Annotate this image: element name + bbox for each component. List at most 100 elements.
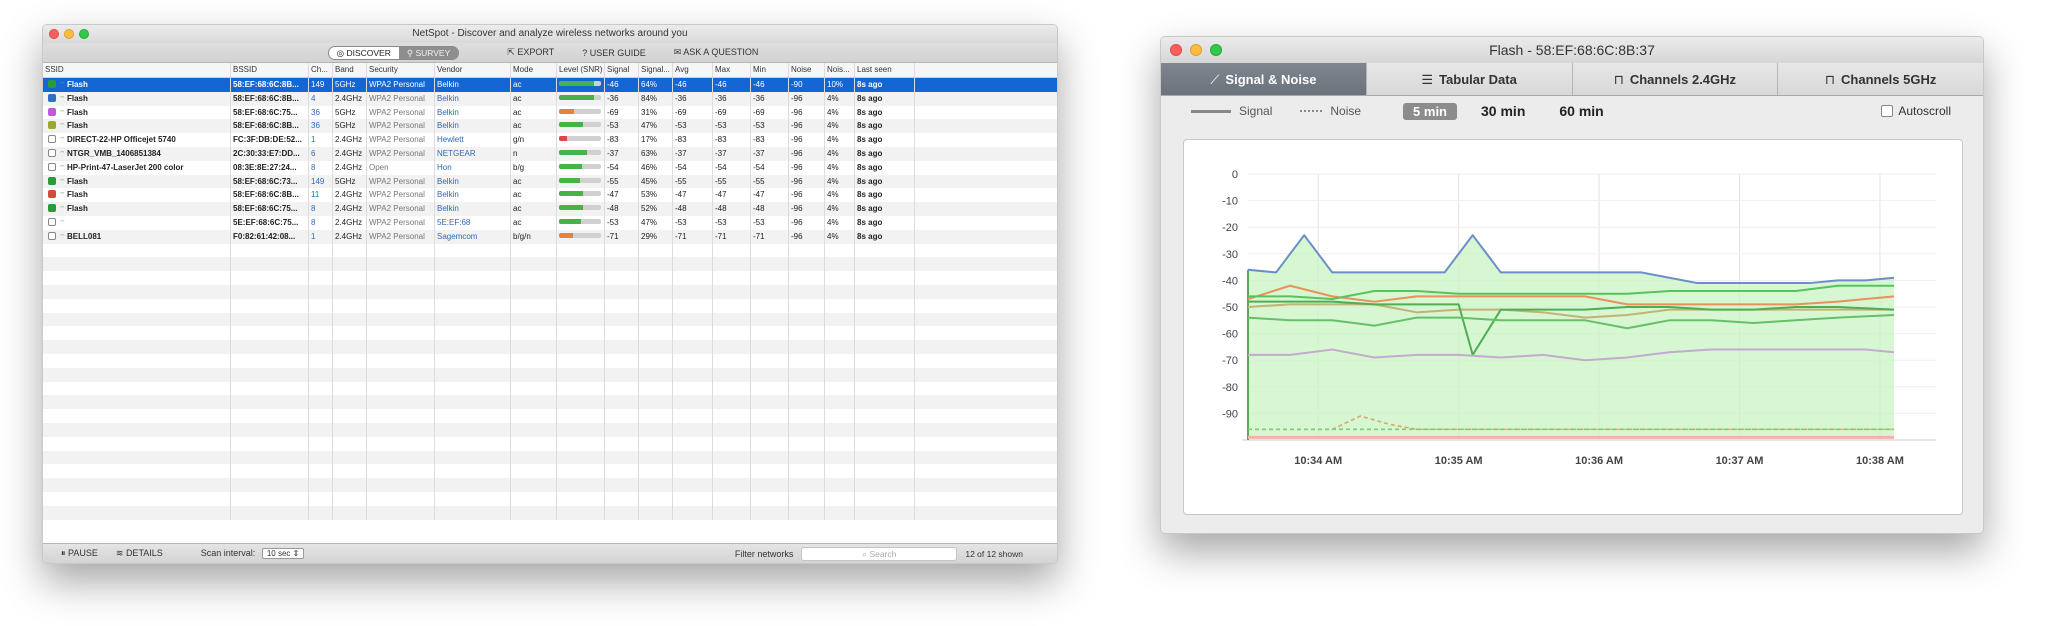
row-checkbox[interactable] — [48, 107, 56, 116]
close-window-button[interactable] — [49, 29, 59, 39]
discover-icon: ◎ — [336, 47, 345, 58]
tab-channels-24[interactable]: ⊓ Channels 2.4GHz — [1572, 63, 1779, 95]
column-header-avg[interactable]: Avg — [673, 63, 713, 77]
cell-min: -55 — [751, 174, 789, 189]
tab-signal-noise[interactable]: ⟋ Signal & Noise — [1161, 63, 1367, 95]
table-row[interactable]: ⌔DIRECT-22-HP Officejet 5740 FC:3F:DB:DE:… — [43, 133, 1057, 147]
table-row[interactable]: ⌔BELL081 F0:82:61:42:08... 1 2.4GHz WPA2 Per… — [43, 229, 1057, 244]
cell-noise-pct: 4% — [825, 160, 855, 175]
cell-max: -37 — [713, 146, 751, 161]
row-checkbox[interactable] — [48, 204, 56, 213]
row-checkbox[interactable] — [48, 80, 56, 88]
column-header-signal-pct[interactable]: Signal... — [639, 63, 673, 77]
zoom-window-button[interactable] — [79, 29, 89, 39]
column-header-security[interactable]: Security — [367, 63, 435, 77]
pause-icon: ⏸ — [61, 548, 66, 558]
cell-channel: 149 — [309, 78, 333, 92]
row-checkbox[interactable] — [48, 135, 56, 144]
column-header-min[interactable]: Min — [751, 63, 789, 77]
search-input[interactable]: ⌕ Search — [801, 546, 958, 561]
row-checkbox[interactable] — [48, 162, 56, 171]
cell-min: -54 — [751, 160, 789, 175]
discover-mode-button[interactable]: ◎ DISCOVER — [328, 46, 399, 59]
table-row[interactable]: ⌔ 5E:EF:68:6C:75... 8 2.4GHz WPA2 Personal 5E… — [43, 215, 1057, 230]
column-header-channel[interactable]: Ch... — [309, 63, 333, 77]
time-5min-button[interactable]: 5 min — [1403, 102, 1458, 120]
cell-band: 5GHz — [333, 174, 367, 189]
cell-band: 2.4GHz — [333, 133, 367, 147]
column-header-bssid[interactable]: BSSID — [231, 63, 309, 77]
table-row[interactable]: ⌔Flash 58:EF:68:6C:8B... 149 5GHz WPA2 Perso… — [43, 78, 1057, 92]
tab-tabular-data[interactable]: ☰ Tabular Data — [1366, 63, 1573, 95]
row-checkbox[interactable] — [48, 231, 56, 240]
y-tick-label: -50 — [1222, 302, 1238, 314]
column-header-level[interactable]: Level (SNR) — [557, 63, 605, 77]
cell-ssid: ⌔Flash — [43, 174, 231, 189]
cell-last-seen: 8s ago — [855, 188, 915, 203]
zoom-window-button[interactable] — [1210, 44, 1222, 56]
row-checkbox[interactable] — [48, 217, 56, 226]
cell-last-seen: 8s ago — [855, 202, 915, 216]
empty-row — [43, 450, 1057, 465]
column-header-max[interactable]: Max — [713, 63, 751, 77]
column-header-noise-pct[interactable]: Nois... — [825, 63, 855, 77]
autoscroll-checkbox[interactable] — [1881, 105, 1894, 117]
scan-interval-select[interactable]: 10 sec ⇕ — [261, 548, 305, 559]
column-header-signal[interactable]: Signal — [605, 63, 639, 77]
table-row[interactable]: ⌔Flash 58:EF:68:6C:73... 149 5GHz WPA2 Perso… — [43, 174, 1057, 189]
table-row[interactable]: ⌔Flash 58:EF:68:6C:75... 8 2.4GHz WPA2 Perso… — [43, 202, 1057, 216]
shown-count: 12 of 12 shown — [965, 548, 1023, 559]
row-checkbox[interactable] — [48, 148, 56, 157]
cell-level — [557, 215, 605, 230]
pause-button[interactable]: ⏸ PAUSE — [61, 548, 98, 559]
details-button[interactable]: ≋ DETAILS — [116, 548, 163, 559]
channel-icon: ⊓ — [1824, 72, 1836, 87]
cell-noise: -96 — [789, 229, 825, 244]
tab-channels-5[interactable]: ⊓ Channels 5GHz — [1778, 63, 1983, 95]
column-header-mode[interactable]: Mode — [511, 63, 557, 77]
minimize-window-button[interactable] — [1190, 44, 1202, 56]
noise-legend-swatch — [1300, 110, 1323, 112]
autoscroll-toggle[interactable]: Autoscroll — [1878, 104, 1951, 118]
table-row[interactable]: ⌔Flash 58:EF:68:6C:8B... 36 5GHz WPA2 Person… — [43, 119, 1057, 134]
y-tick-label: -10 — [1222, 196, 1238, 208]
y-tick-label: -70 — [1222, 355, 1238, 367]
row-checkbox[interactable] — [48, 176, 56, 185]
table-row[interactable]: ⌔Flash 58:EF:68:6C:8B... 4 2.4GHz WPA2 Perso… — [43, 91, 1057, 106]
level-bar — [559, 94, 601, 100]
cell-security: WPA2 Personal — [367, 105, 435, 120]
column-header-last-seen[interactable]: Last seen — [855, 63, 915, 77]
selected-signal-area — [1248, 235, 1894, 440]
cell-vendor: Belkin — [435, 78, 511, 92]
cell-signal-pct: 31% — [639, 105, 673, 120]
window-title: NetSpot - Discover and analyze wireless … — [412, 28, 688, 39]
user-guide-button[interactable]: ? USER GUIDE — [582, 48, 646, 58]
column-header-noise[interactable]: Noise — [789, 63, 825, 77]
column-header-band[interactable]: Band — [333, 63, 367, 77]
cell-vendor: NETGEAR — [435, 146, 511, 161]
ask-question-button[interactable]: ✉ ASK A QUESTION — [674, 47, 759, 58]
cell-level — [557, 188, 605, 203]
cell-max: -83 — [713, 133, 751, 147]
time-60min-button[interactable]: 60 min — [1549, 102, 1613, 120]
export-icon: ⇱ — [507, 47, 515, 57]
chart-svg: 0 -10 -20 -30 -40 -50 -60 -70 -80 -90 10:34 AM 10:3… — [1222, 169, 1936, 467]
table-row[interactable]: ⌔HP-Print-47-LaserJet 200 color 08:3E:8E:… — [43, 160, 1057, 175]
time-30min-button[interactable]: 30 min — [1471, 102, 1535, 120]
cell-band: 5GHz — [333, 105, 367, 120]
table-row[interactable]: ⌔Flash 58:EF:68:6C:8B... 11 2.4GHz WPA2 Pers… — [43, 188, 1057, 203]
row-checkbox[interactable] — [48, 93, 56, 102]
table-row[interactable]: ⌔NTGR_VMB_1406851384 2C:30:33:E7:DD... 6 2.… — [43, 146, 1057, 161]
column-header-ssid[interactable]: SSID — [43, 63, 231, 77]
close-window-button[interactable] — [1170, 44, 1182, 56]
export-button[interactable]: ⇱ EXPORT — [507, 47, 554, 58]
cell-max: -47 — [713, 188, 751, 203]
empty-row — [43, 312, 1057, 327]
column-header-vendor[interactable]: Vendor — [435, 63, 511, 77]
cell-bssid: 58:EF:68:6C:8B... — [231, 188, 309, 203]
minimize-window-button[interactable] — [64, 29, 74, 39]
survey-mode-button[interactable]: ⚲ SURVEY — [398, 46, 459, 59]
row-checkbox[interactable] — [48, 121, 56, 130]
table-row[interactable]: ⌔Flash 58:EF:68:6C:75... 36 5GHz WPA2 Person… — [43, 105, 1057, 120]
row-checkbox[interactable] — [48, 190, 56, 199]
